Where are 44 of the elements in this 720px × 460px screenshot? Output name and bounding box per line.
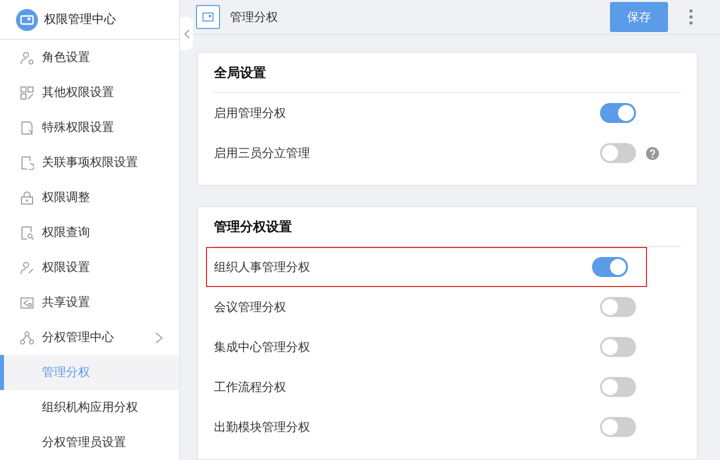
toggle-switch[interactable]: [600, 143, 636, 163]
toggle-switch[interactable]: [600, 297, 636, 317]
setting-label: 工作流程分权: [214, 378, 287, 396]
section-title: 全局设置: [214, 53, 681, 93]
sidebar-item[interactable]: 其他权限设置: [0, 75, 179, 110]
section-title: 管理分权设置: [214, 207, 681, 247]
grid-icon: [20, 86, 34, 100]
sidebar-item[interactable]: 关联事项权限设置: [0, 145, 179, 180]
page-icon: [196, 5, 220, 29]
sidebar-item[interactable]: 权限设置: [0, 250, 179, 285]
toggle-switch[interactable]: [600, 417, 636, 437]
collapse-button[interactable]: [180, 17, 193, 50]
page-title: 管理分权: [230, 8, 279, 26]
logo-icon: [16, 8, 38, 30]
document-icon: [20, 156, 34, 170]
setting-label: 会议管理分权: [214, 298, 287, 316]
search-document-icon: [20, 226, 34, 240]
person-icon: [20, 50, 34, 64]
lock-icon: [20, 190, 34, 204]
sidebar-item[interactable]: 共享设置: [0, 285, 179, 320]
help-icon[interactable]: [646, 146, 659, 160]
chevron-icon: [155, 332, 163, 344]
toggle-switch[interactable]: [600, 337, 636, 357]
sidebar-item[interactable]: 权限调整: [0, 180, 179, 215]
sidebar-item[interactable]: 组织机构应用分权: [0, 390, 179, 425]
setting-label: 集成中心管理分权: [214, 338, 311, 356]
person-icon: [20, 260, 34, 274]
sidebar-item[interactable]: 角色设置: [0, 40, 179, 75]
sidebar-item[interactable]: 分权管理中心: [0, 320, 179, 355]
setting-label: 组织人事管理分权: [214, 258, 311, 276]
toggle-switch[interactable]: [600, 103, 636, 123]
share-icon: [20, 296, 34, 310]
setting-label: 启用管理分权: [214, 104, 287, 122]
network-icon: [20, 330, 34, 344]
sidebar-item[interactable]: 分权管理员设置: [0, 425, 179, 460]
toggle-switch[interactable]: [592, 257, 628, 277]
setting-label: 启用三员分立管理: [214, 144, 311, 162]
sidebar-item[interactable]: 权限查询: [0, 215, 179, 250]
toggle-switch[interactable]: [600, 377, 636, 397]
document-icon: [20, 120, 34, 134]
sidebar-title: 权限管理中心: [44, 11, 116, 28]
setting-label: 出勤模块管理分权: [214, 418, 311, 436]
sidebar-item[interactable]: 特殊权限设置: [0, 110, 179, 145]
chevron-left-icon: [184, 28, 190, 38]
